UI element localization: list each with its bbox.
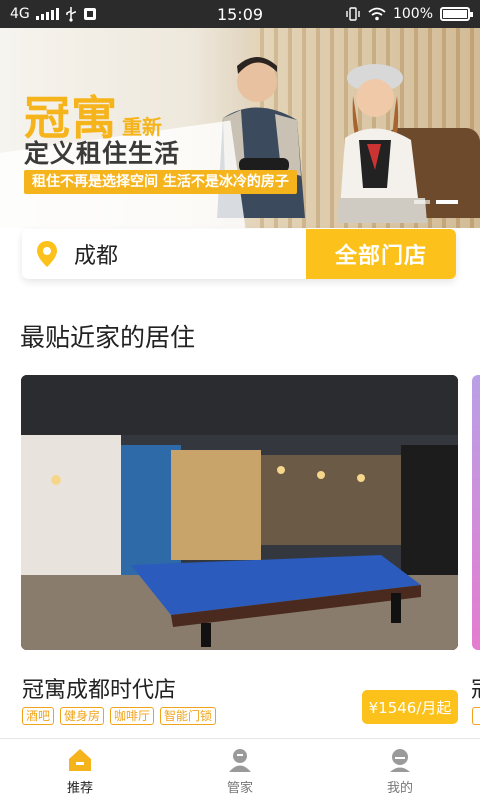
carousel-dot — [414, 200, 430, 204]
status-right: 100% — [345, 6, 473, 22]
tab-profile[interactable]: 我的 — [320, 739, 480, 800]
city-selector[interactable]: 成都 — [22, 229, 306, 279]
network-type: 4G — [10, 6, 30, 22]
tab-label-butler: 管家 — [226, 781, 253, 796]
profile-icon — [390, 749, 410, 772]
store-name[interactable]: 冠寓成都时代店 — [22, 672, 176, 704]
usb-icon — [66, 7, 76, 22]
butler-icon — [229, 749, 251, 772]
store-photo-image — [21, 375, 458, 650]
store-amenity-tags: 酒吧 健身房 咖啡厅 智能门锁 — [22, 707, 217, 725]
vibrate-icon — [346, 7, 360, 21]
next-store-name[interactable]: 冠 — [471, 672, 480, 704]
city-search-bar: 成都 全部门店 — [22, 229, 456, 279]
tab-butler[interactable]: 管家 — [160, 739, 320, 800]
status-bar: 4G 15:09 100% — [0, 0, 480, 28]
banner-headline: 定义租住生活 — [24, 139, 181, 168]
notification-icon — [83, 8, 96, 20]
store-photo[interactable] — [21, 375, 458, 650]
signal-icon — [35, 8, 59, 20]
amenity-tag: 咖啡厅 — [110, 707, 155, 725]
tab-recommend[interactable]: 推荐 — [0, 739, 160, 800]
banner-woman-illustration — [337, 64, 427, 223]
bottom-tab-bar: 推荐 管家 我的 — [0, 738, 480, 800]
battery-icon — [440, 7, 473, 21]
all-stores-button[interactable]: 全部门店 — [306, 229, 456, 279]
next-store-tag — [472, 707, 480, 725]
selected-city: 成都 — [74, 244, 119, 269]
amenity-tag: 智能门锁 — [160, 707, 217, 725]
carousel-dot — [436, 200, 458, 204]
location-pin-icon — [37, 241, 57, 267]
tab-label-recommend: 推荐 — [66, 781, 93, 796]
battery-percent: 100% — [392, 6, 433, 22]
store-price-badge[interactable]: ¥1546/月起 — [362, 690, 458, 724]
promo-banner[interactable]: 冠寓 重新 定义租住生活 租住不再是选择空间 生活不是冰冷的房子 — [0, 28, 480, 228]
carousel-indicator — [414, 200, 458, 204]
banner-tagline: 租住不再是选择空间 生活不是冰冷的房子 — [24, 170, 297, 194]
tab-label-profile: 我的 — [386, 781, 413, 796]
next-store-photo[interactable] — [472, 375, 480, 650]
home-icon — [69, 749, 91, 771]
status-left: 4G — [10, 6, 180, 22]
battery-fill — [443, 10, 467, 18]
amenity-tag: 健身房 — [60, 707, 105, 725]
amenity-tag: 酒吧 — [22, 707, 55, 725]
wifi-icon — [368, 7, 386, 21]
section-title: 最贴近家的居住 — [20, 323, 196, 352]
